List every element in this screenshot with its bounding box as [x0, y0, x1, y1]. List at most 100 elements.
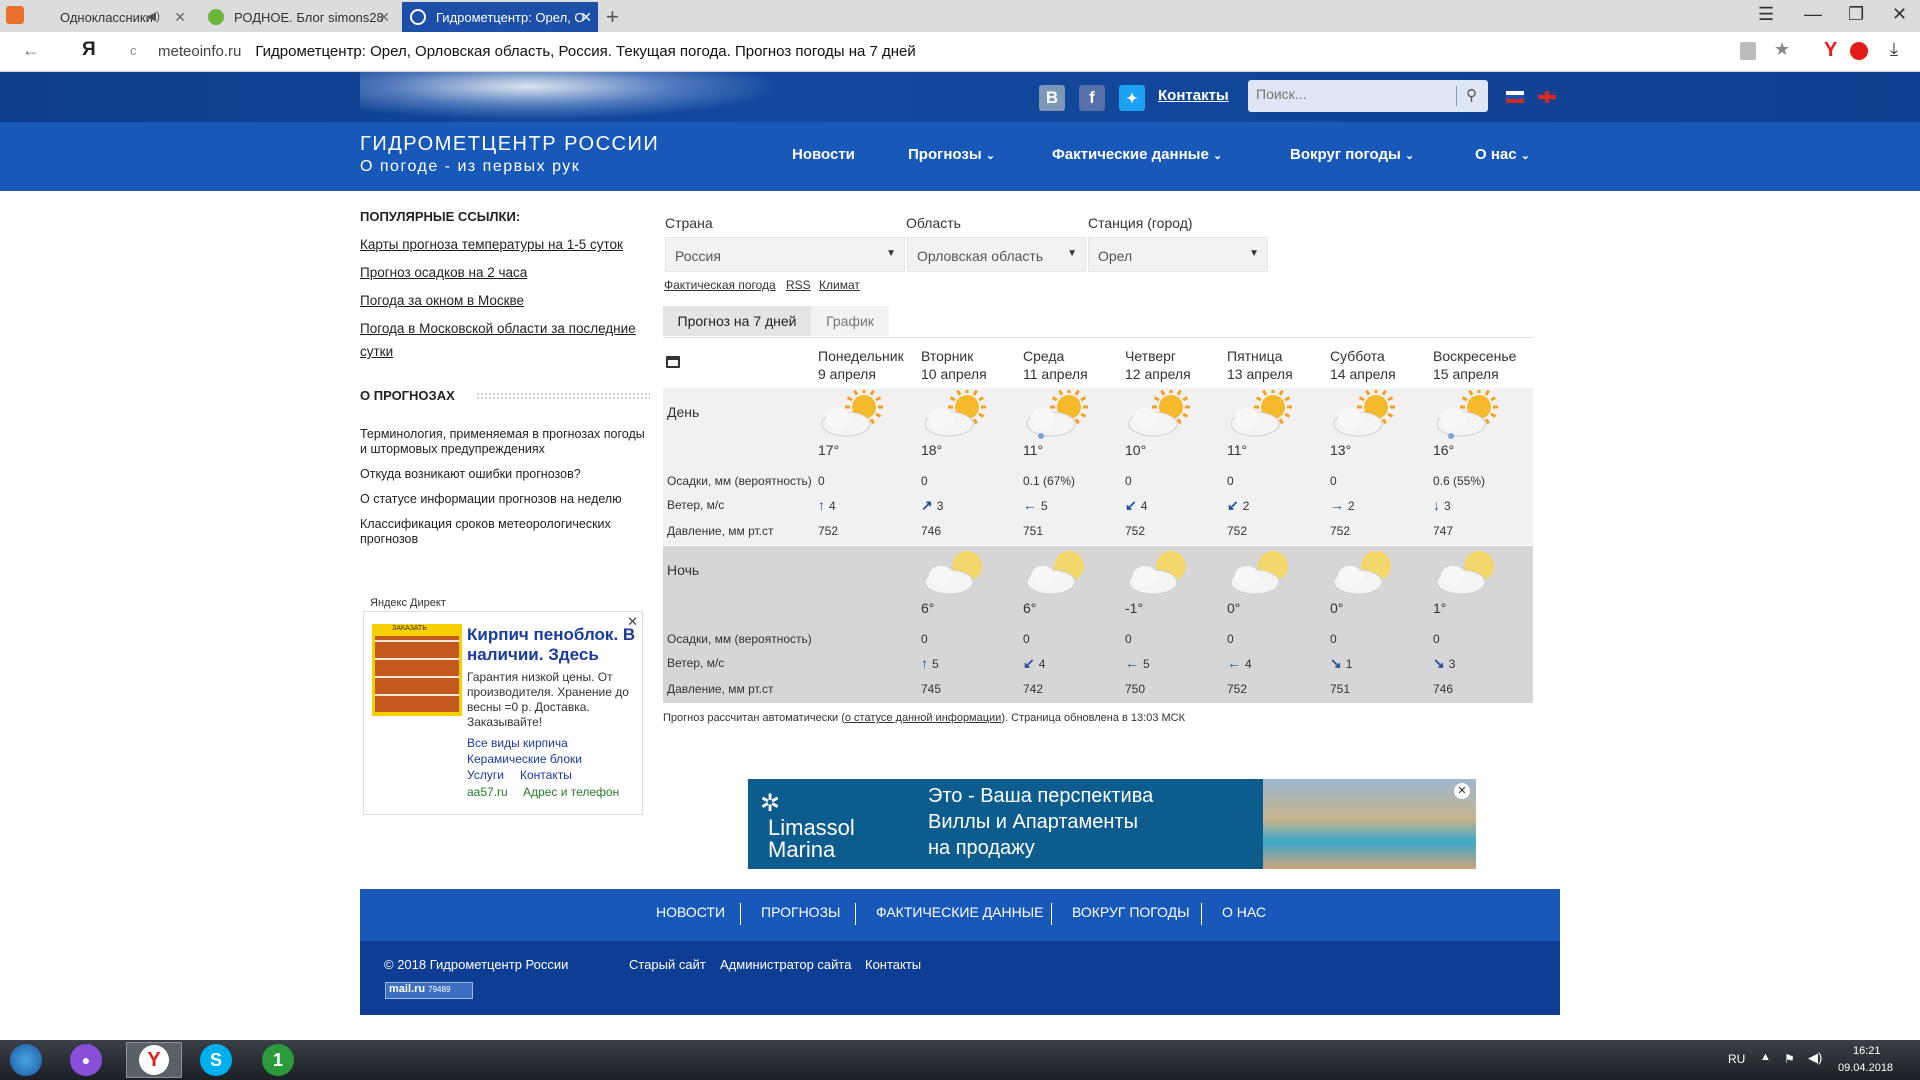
about-link-classification[interactable]: Классификация сроков метеорологических п…: [360, 517, 645, 547]
ad-link-address[interactable]: Адрес и телефон: [523, 785, 619, 799]
flag-ru-icon[interactable]: [1506, 91, 1524, 103]
wind-arrow-icon: ↘: [1433, 655, 1445, 671]
dropdown-caret-icon: ▼: [886, 248, 896, 259]
flag-uk-icon[interactable]: [1538, 91, 1556, 103]
skype-icon[interactable]: S: [200, 1044, 232, 1076]
night-precip-label: Осадки, мм (вероятность): [667, 632, 812, 646]
yandex-browser-taskbar-icon[interactable]: Y: [126, 1042, 182, 1078]
menu-forecasts[interactable]: Прогнозы ⌄: [908, 146, 995, 163]
ad-title[interactable]: Кирпич пеноблок. В наличии. Здесь: [467, 625, 637, 665]
popular-link-temp-maps[interactable]: Карты прогноза температуры на 1-5 суток: [360, 233, 650, 256]
green-app-icon[interactable]: 1: [262, 1044, 294, 1076]
tab-odnoklassniki[interactable]: Одноклассники ◀) ✕: [30, 2, 192, 32]
limassol-marina-banner[interactable]: ✲ Limassol Marina Это - Ваша перспектива…: [748, 779, 1476, 869]
footer-contacts[interactable]: Контакты: [865, 957, 921, 972]
search-input[interactable]: [1256, 86, 1446, 102]
footer-about[interactable]: О НАС: [1222, 904, 1266, 920]
site-brand[interactable]: ГИДРОМЕТЦЕНТР РОССИИ О погоде - из первы…: [360, 133, 659, 176]
url-field[interactable]: meteoinfo.ru Гидрометцентр: Орел, Орловск…: [158, 43, 916, 60]
sun-cloud-rain-icon: [1433, 388, 1503, 440]
voice-assistant-icon[interactable]: ●: [70, 1044, 102, 1076]
volume-icon[interactable]: ◀): [1808, 1050, 1822, 1066]
tab-close-icon[interactable]: ✕: [378, 9, 390, 26]
ad-box[interactable]: ЗАКАЗАТЬ ✕ Кирпич пеноблок. В наличии. З…: [363, 611, 643, 815]
rss-link[interactable]: RSS: [786, 278, 811, 292]
ad-link-all-bricks[interactable]: Все виды кирпича: [467, 736, 568, 750]
restore-icon[interactable]: ❐: [1848, 4, 1864, 25]
popular-link-moscow-region[interactable]: Погода в Московской области за последние…: [360, 317, 650, 363]
search-icon[interactable]: ⚲: [1466, 86, 1477, 104]
new-tab-icon[interactable]: +: [606, 4, 619, 30]
yandex-icon[interactable]: Я: [82, 39, 96, 61]
bookmark-star-icon[interactable]: ★: [1774, 39, 1790, 60]
status-info-link[interactable]: о статусе данной информации: [845, 712, 1001, 724]
brick-ad-image[interactable]: ЗАКАЗАТЬ: [372, 624, 462, 716]
twitter-icon[interactable]: ✦: [1119, 85, 1145, 111]
yandex-browser-logo[interactable]: [6, 6, 24, 24]
day-wind-label: Ветер, м/с: [667, 498, 725, 512]
clock-time[interactable]: 16:21: [1853, 1045, 1881, 1057]
moon-cloud-icon: [921, 548, 991, 598]
close-window-icon[interactable]: ✕: [1892, 4, 1907, 25]
copyright: © 2018 Гидрометцентр России: [384, 957, 569, 972]
clock-date[interactable]: 09.04.2018: [1838, 1062, 1893, 1074]
day-pressure: 752: [1227, 524, 1248, 538]
popular-link-moscow[interactable]: Погода за окном в Москве: [360, 289, 650, 312]
mailru-counter[interactable]: mail.ru 79489: [385, 982, 473, 999]
night-pressure: 752: [1227, 682, 1248, 696]
day-name: Пятница: [1227, 348, 1283, 364]
speaker-icon[interactable]: ◀): [147, 9, 160, 23]
ad-link-services[interactable]: Услуги: [467, 768, 504, 782]
footer-site-admin[interactable]: Администратор сайта: [720, 957, 851, 972]
popular-link-precip[interactable]: Прогноз осадков на 2 часа: [360, 261, 650, 284]
tab-meteoinfo[interactable]: Гидрометцентр: Орел, О ✕: [402, 2, 598, 32]
tray-arrow-icon[interactable]: ▲: [1760, 1051, 1771, 1063]
reload-icon[interactable]: c: [130, 43, 137, 58]
about-forecasts-heading: О ПРОГНОЗАХ: [360, 388, 455, 403]
browser-menu-icon[interactable]: ☰: [1758, 4, 1774, 25]
yandex-y-icon[interactable]: Y: [1824, 39, 1837, 62]
about-link-status[interactable]: О статусе информации прогнозов на неделю: [360, 492, 645, 507]
adblock-icon[interactable]: [1850, 42, 1868, 60]
ad-link-contacts[interactable]: Контакты: [520, 768, 572, 782]
night-wind: ↘ 3: [1433, 655, 1455, 672]
contacts-link[interactable]: Контакты: [1158, 87, 1229, 104]
tab-close-icon[interactable]: ✕: [580, 9, 592, 26]
vk-icon[interactable]: B: [1039, 85, 1065, 111]
minimize-icon[interactable]: —: [1804, 4, 1822, 25]
tab-chart[interactable]: График: [811, 306, 889, 336]
menu-around-weather[interactable]: Вокруг погоды ⌄: [1290, 146, 1414, 163]
night-pressure: 750: [1125, 682, 1146, 696]
footer-around-weather[interactable]: ВОКРУГ ПОГОДЫ: [1072, 904, 1190, 920]
country-select[interactable]: Россия ▼: [665, 237, 905, 272]
print-icon[interactable]: [666, 356, 680, 368]
tab-rodnoe-blog[interactable]: РОДНОЕ. Блог simons28 на ✕: [200, 2, 396, 32]
lock-icon[interactable]: [1740, 42, 1756, 60]
windows-start-icon[interactable]: [10, 1044, 42, 1076]
menu-news[interactable]: Новости: [792, 146, 855, 163]
language-indicator[interactable]: RU: [1728, 1052, 1745, 1066]
region-select[interactable]: Орловская область ▼: [907, 237, 1086, 272]
footer-news[interactable]: НОВОСТИ: [656, 904, 725, 920]
tab-7-day-forecast[interactable]: Прогноз на 7 дней: [663, 306, 811, 336]
about-link-terminology[interactable]: Терминология, применяемая в прогнозах по…: [360, 427, 645, 457]
download-icon[interactable]: ⤓: [1890, 39, 1898, 60]
about-link-errors[interactable]: Откуда возникают ошибки прогнозов?: [360, 467, 645, 482]
menu-about[interactable]: О нас ⌄: [1475, 146, 1530, 163]
night-temperature: 1°: [1433, 600, 1447, 616]
actual-weather-link[interactable]: Фактическая погода: [664, 278, 776, 292]
facebook-icon[interactable]: f: [1079, 85, 1105, 111]
ad-domain[interactable]: aa57.ru: [467, 785, 508, 799]
tab-close-icon[interactable]: ✕: [174, 9, 186, 26]
back-icon[interactable]: ←: [22, 40, 40, 61]
site-top-bar: [0, 72, 1920, 122]
footer-actual-data[interactable]: ФАКТИЧЕСКИЕ ДАННЫЕ: [876, 904, 1043, 920]
footer-old-site[interactable]: Старый сайт: [629, 957, 706, 972]
footer-forecasts[interactable]: ПРОГНОЗЫ: [761, 904, 840, 920]
menu-actual-data[interactable]: Фактические данные ⌄: [1052, 146, 1222, 163]
network-flag-icon[interactable]: ⚑: [1784, 1052, 1795, 1066]
climate-link[interactable]: Климат: [819, 278, 860, 292]
ad-link-ceramic[interactable]: Керамические блоки: [467, 752, 582, 766]
station-select[interactable]: Орел ▼: [1088, 237, 1268, 272]
banner-close-icon[interactable]: ✕: [1454, 783, 1470, 799]
